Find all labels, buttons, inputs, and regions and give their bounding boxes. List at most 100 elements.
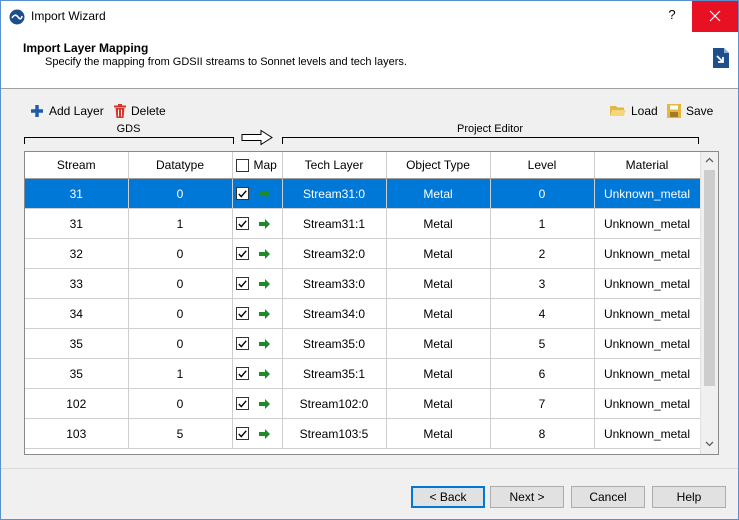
level-cell[interactable]: 3: [490, 268, 595, 299]
object-type-cell[interactable]: Metal: [386, 358, 491, 389]
datatype-cell[interactable]: 5: [128, 418, 233, 449]
map-cell[interactable]: [232, 358, 283, 389]
datatype-cell[interactable]: 1: [128, 358, 233, 389]
datatype-cell[interactable]: 0: [128, 268, 233, 299]
map-checkbox[interactable]: [235, 337, 249, 350]
level-cell[interactable]: 2: [490, 238, 595, 269]
table-row[interactable]: 33 0 Stream33:0 Metal 3 Unknown_metal: [25, 268, 701, 299]
material-cell[interactable]: Unknown_metal: [594, 328, 701, 359]
table-row[interactable]: 32 0 Stream32:0 Metal 2 Unknown_metal: [25, 238, 701, 269]
vertical-scrollbar[interactable]: [700, 152, 718, 454]
material-cell[interactable]: Unknown_metal: [594, 418, 701, 449]
stream-cell[interactable]: 34: [25, 298, 129, 329]
tech-layer-cell[interactable]: Stream32:0: [282, 238, 387, 269]
next-button[interactable]: Next >: [490, 486, 564, 508]
stream-cell[interactable]: 31: [25, 208, 129, 239]
level-cell[interactable]: 6: [490, 358, 595, 389]
map-checkbox[interactable]: [235, 247, 249, 260]
level-cell[interactable]: 4: [490, 298, 595, 329]
map-checkbox[interactable]: [235, 187, 249, 200]
map-cell[interactable]: [232, 418, 283, 449]
object-type-cell[interactable]: Metal: [386, 328, 491, 359]
map-checkbox[interactable]: [235, 427, 249, 440]
col-header-object-type[interactable]: Object Type: [386, 152, 491, 179]
map-all-checkbox[interactable]: [235, 158, 249, 172]
stream-cell[interactable]: 32: [25, 238, 129, 269]
stream-cell[interactable]: 35: [25, 328, 129, 359]
map-checkbox[interactable]: [235, 217, 249, 230]
datatype-cell[interactable]: 0: [128, 298, 233, 329]
material-cell[interactable]: Unknown_metal: [594, 178, 701, 209]
tech-layer-cell[interactable]: Stream31:1: [282, 208, 387, 239]
load-button[interactable]: Load: [610, 102, 658, 120]
object-type-cell[interactable]: Metal: [386, 268, 491, 299]
map-checkbox[interactable]: [235, 367, 249, 380]
table-row[interactable]: 35 0 Stream35:0 Metal 5 Unknown_metal: [25, 328, 701, 359]
tech-layer-cell[interactable]: Stream34:0: [282, 298, 387, 329]
tech-layer-cell[interactable]: Stream31:0: [282, 178, 387, 209]
datatype-cell[interactable]: 0: [128, 238, 233, 269]
table-row[interactable]: 34 0 Stream34:0 Metal 4 Unknown_metal: [25, 298, 701, 329]
cancel-button[interactable]: Cancel: [571, 486, 645, 508]
level-cell[interactable]: 8: [490, 418, 595, 449]
help-button[interactable]: Help: [652, 486, 726, 508]
stream-cell[interactable]: 31: [25, 178, 129, 209]
map-cell[interactable]: [232, 328, 283, 359]
add-layer-button[interactable]: Add Layer: [30, 102, 104, 120]
level-cell[interactable]: 5: [490, 328, 595, 359]
scroll-down-icon[interactable]: [705, 441, 714, 447]
map-checkbox[interactable]: [235, 397, 249, 410]
level-cell[interactable]: 1: [490, 208, 595, 239]
tech-layer-cell[interactable]: Stream35:1: [282, 358, 387, 389]
material-cell[interactable]: Unknown_metal: [594, 268, 701, 299]
tech-layer-cell[interactable]: Stream102:0: [282, 388, 387, 419]
object-type-cell[interactable]: Metal: [386, 178, 491, 209]
col-header-level[interactable]: Level: [490, 152, 595, 179]
close-button[interactable]: [692, 1, 738, 32]
material-cell[interactable]: Unknown_metal: [594, 208, 701, 239]
object-type-cell[interactable]: Metal: [386, 238, 491, 269]
object-type-cell[interactable]: Metal: [386, 298, 491, 329]
col-header-material[interactable]: Material: [594, 152, 701, 179]
scrollbar-thumb[interactable]: [704, 170, 715, 386]
material-cell[interactable]: Unknown_metal: [594, 358, 701, 389]
stream-cell[interactable]: 102: [25, 388, 129, 419]
level-cell[interactable]: 0: [490, 178, 595, 209]
stream-cell[interactable]: 33: [25, 268, 129, 299]
datatype-cell[interactable]: 0: [128, 178, 233, 209]
level-cell[interactable]: 7: [490, 388, 595, 419]
col-header-tech-layer[interactable]: Tech Layer: [282, 152, 387, 179]
material-cell[interactable]: Unknown_metal: [594, 298, 701, 329]
object-type-cell[interactable]: Metal: [386, 418, 491, 449]
map-checkbox[interactable]: [235, 277, 249, 290]
map-cell[interactable]: [232, 298, 283, 329]
stream-cell[interactable]: 35: [25, 358, 129, 389]
datatype-cell[interactable]: 1: [128, 208, 233, 239]
map-checkbox[interactable]: [235, 307, 249, 320]
col-header-stream[interactable]: Stream: [25, 152, 129, 179]
tech-layer-cell[interactable]: Stream33:0: [282, 268, 387, 299]
table-row[interactable]: 31 1 Stream31:1 Metal 1 Unknown_metal: [25, 208, 701, 239]
map-cell[interactable]: [232, 178, 283, 209]
material-cell[interactable]: Unknown_metal: [594, 388, 701, 419]
delete-button[interactable]: Delete: [114, 102, 166, 120]
map-cell[interactable]: [232, 388, 283, 419]
save-button[interactable]: Save: [667, 102, 713, 120]
table-row[interactable]: 31 0 Stream31:0 Metal 0 Unknown_metal: [25, 178, 701, 209]
material-cell[interactable]: Unknown_metal: [594, 238, 701, 269]
object-type-cell[interactable]: Metal: [386, 388, 491, 419]
table-row[interactable]: 102 0 Stream102:0 Metal 7 Unknown_metal: [25, 388, 701, 419]
tech-layer-cell[interactable]: Stream35:0: [282, 328, 387, 359]
help-title-button[interactable]: ?: [660, 7, 684, 27]
back-button[interactable]: < Back: [411, 486, 485, 508]
table-row[interactable]: 103 5 Stream103:5 Metal 8 Unknown_metal: [25, 418, 701, 449]
col-header-datatype[interactable]: Datatype: [128, 152, 233, 179]
object-type-cell[interactable]: Metal: [386, 208, 491, 239]
tech-layer-cell[interactable]: Stream103:5: [282, 418, 387, 449]
scroll-up-icon[interactable]: [705, 157, 714, 163]
datatype-cell[interactable]: 0: [128, 388, 233, 419]
map-cell[interactable]: [232, 238, 283, 269]
stream-cell[interactable]: 103: [25, 418, 129, 449]
table-row[interactable]: 35 1 Stream35:1 Metal 6 Unknown_metal: [25, 358, 701, 389]
datatype-cell[interactable]: 0: [128, 328, 233, 359]
